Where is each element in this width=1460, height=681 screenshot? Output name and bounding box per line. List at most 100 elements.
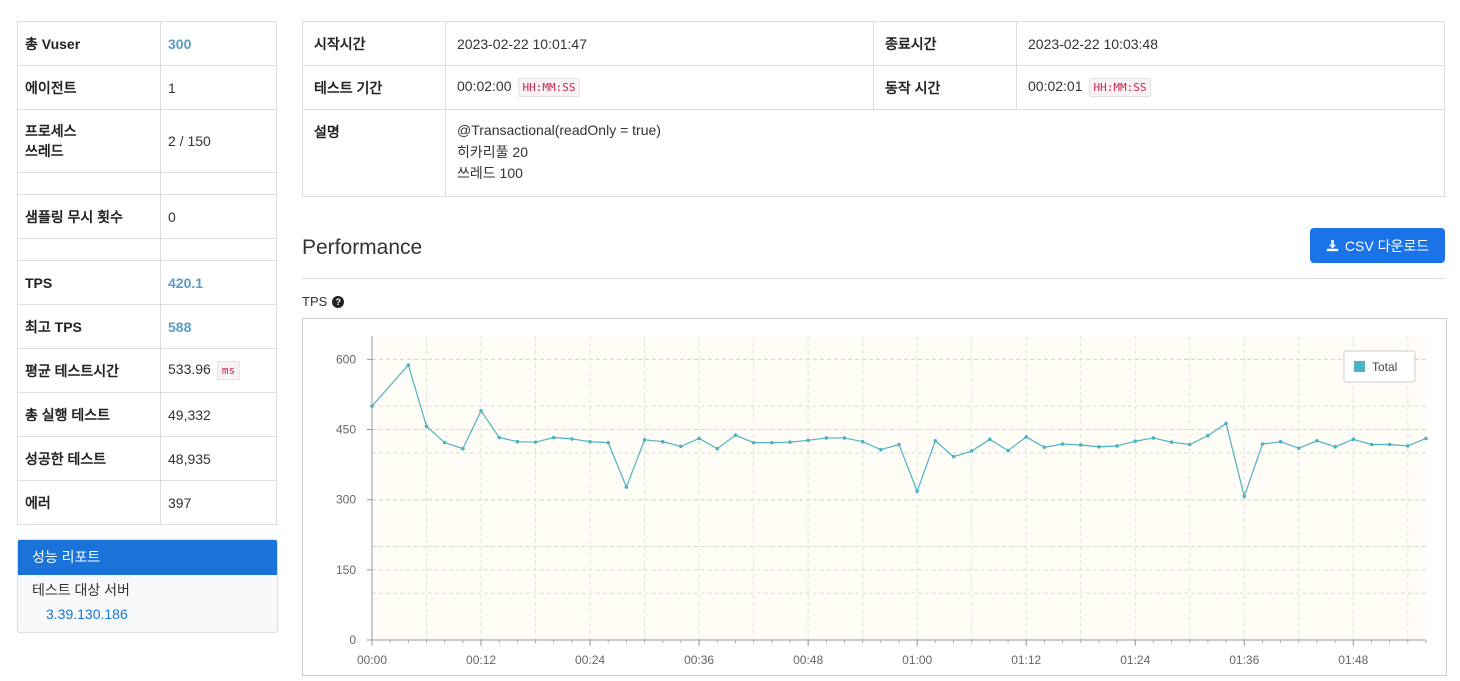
data-point [515, 439, 520, 444]
data-point [551, 435, 556, 440]
data-point [1133, 439, 1138, 444]
description-label: 설명 [302, 109, 446, 197]
description-line: @Transactional(readOnly = true) [457, 122, 661, 138]
nav-item-target-server[interactable]: 테스트 대상 서버 [18, 575, 277, 602]
description-line: 히카리풀 20 [457, 143, 528, 160]
x-tick-label: 00:00 [357, 653, 387, 667]
data-point [697, 436, 701, 441]
data-point [1060, 442, 1065, 446]
run-time-cell: 00:02:01 HH:MM:SS [1016, 65, 1445, 110]
y-tick-label: 300 [336, 493, 356, 507]
summary-value: 1 [160, 65, 277, 110]
summary-value: 588 [160, 304, 277, 349]
data-point [1369, 442, 1374, 447]
download-icon [1326, 239, 1339, 252]
data-point [733, 433, 738, 437]
summary-label-line: 프로세스 [25, 123, 77, 139]
x-tick-label: 01:00 [902, 653, 932, 667]
duration-label: 테스트 기간 [302, 65, 446, 110]
summary-number: 533.96 [168, 361, 211, 377]
duration-cell: 00:02:00 HH:MM:SS [445, 65, 874, 110]
data-point [1169, 440, 1174, 444]
data-point [660, 439, 665, 444]
table-row: 시작시간 2023-02-22 10:01:47 종료시간 2023-02-22… [302, 21, 1445, 66]
data-point [588, 439, 592, 444]
empty-cell [17, 172, 161, 195]
table-row-spacer [17, 172, 277, 195]
data-point [933, 438, 938, 443]
data-point [969, 449, 974, 453]
summary-label: 평균 테스트시간 [17, 348, 161, 393]
data-point [1333, 445, 1337, 449]
summary-value: 0 [160, 194, 277, 239]
summary-label: 최고 TPS [17, 304, 161, 349]
table-row: TPS 420.1 [17, 260, 277, 305]
data-point [860, 439, 865, 444]
data-point [461, 446, 465, 451]
data-point [1097, 445, 1101, 449]
summary-label: 샘플링 무시 횟수 [17, 194, 161, 239]
plot-area [372, 336, 1426, 640]
data-point [879, 447, 883, 452]
data-point [1006, 448, 1010, 453]
table-row-spacer [17, 238, 277, 261]
data-point [1315, 438, 1319, 443]
summary-value: 300 [160, 21, 277, 66]
data-point [1424, 436, 1428, 441]
legend-swatch [1354, 361, 1365, 372]
data-point [533, 440, 538, 444]
x-tick-label: 00:12 [466, 653, 496, 667]
start-time-label: 시작시간 [302, 21, 446, 66]
x-tick-label: 01:48 [1338, 653, 1368, 667]
empty-cell [17, 238, 161, 261]
data-point [1224, 421, 1228, 426]
x-tick-label: 00:48 [793, 653, 823, 667]
data-point [497, 435, 502, 440]
data-point [915, 489, 919, 494]
x-tick-label: 01:12 [1011, 653, 1041, 667]
data-point [788, 440, 792, 444]
data-point [606, 440, 611, 445]
data-point [424, 424, 429, 429]
tps-chart: 0 150 300 450 600 00:00 00:12 00:24 00:36 00:48 01… [336, 336, 1428, 667]
summary-label: 성공한 테스트 [17, 436, 161, 481]
data-point [842, 436, 847, 440]
summary-label-line: 쓰레드 [25, 143, 64, 159]
format-badge: HH:MM:SS [517, 78, 581, 97]
run-time-label: 동작 시간 [873, 65, 1017, 110]
data-point [897, 442, 901, 447]
x-tick-label: 01:24 [1120, 653, 1150, 667]
data-point [1187, 442, 1192, 447]
x-tick-label: 00:36 [684, 653, 714, 667]
server-link[interactable]: 3.39.130.186 [18, 602, 277, 632]
y-tick-label: 600 [336, 352, 356, 366]
end-time-value: 2023-02-22 10:03:48 [1016, 21, 1445, 66]
question-circle-icon[interactable]: ? [332, 295, 345, 308]
csv-download-button[interactable]: CSV 다운로드 [1310, 228, 1445, 263]
data-point [1260, 442, 1265, 446]
tps-chart-label: TPS ? [302, 294, 345, 309]
x-tick-label: 00:24 [575, 653, 605, 667]
table-row: 평균 테스트시간 533.96 ms [17, 348, 277, 393]
csv-download-label: CSV 다운로드 [1344, 237, 1430, 254]
data-point [1278, 439, 1283, 444]
summary-value: 397 [160, 480, 277, 525]
summary-value: 420.1 [160, 260, 277, 305]
start-time-value: 2023-02-22 10:01:47 [445, 21, 874, 66]
empty-cell [160, 238, 277, 261]
tps-label-text: TPS [302, 294, 328, 309]
data-point [1351, 437, 1356, 442]
section-title: Performance [302, 236, 423, 259]
data-point [1078, 443, 1083, 447]
tps-chart-container: 0 150 300 450 600 00:00 00:12 00:24 00:36 00:48 01… [302, 318, 1447, 676]
nav-item-performance-report[interactable]: 성능 리포트 [18, 540, 277, 575]
data-point [479, 409, 483, 413]
test-info-table: 시작시간 2023-02-22 10:01:47 종료시간 2023-02-22… [302, 21, 1445, 197]
y-tick-label: 450 [336, 423, 356, 437]
data-point [715, 446, 720, 451]
data-point [751, 440, 756, 445]
y-tick-label: 150 [336, 563, 356, 577]
data-point [1024, 435, 1029, 439]
summary-label: 프로세스 쓰레드 [17, 109, 161, 173]
summary-value: 49,332 [160, 392, 277, 437]
